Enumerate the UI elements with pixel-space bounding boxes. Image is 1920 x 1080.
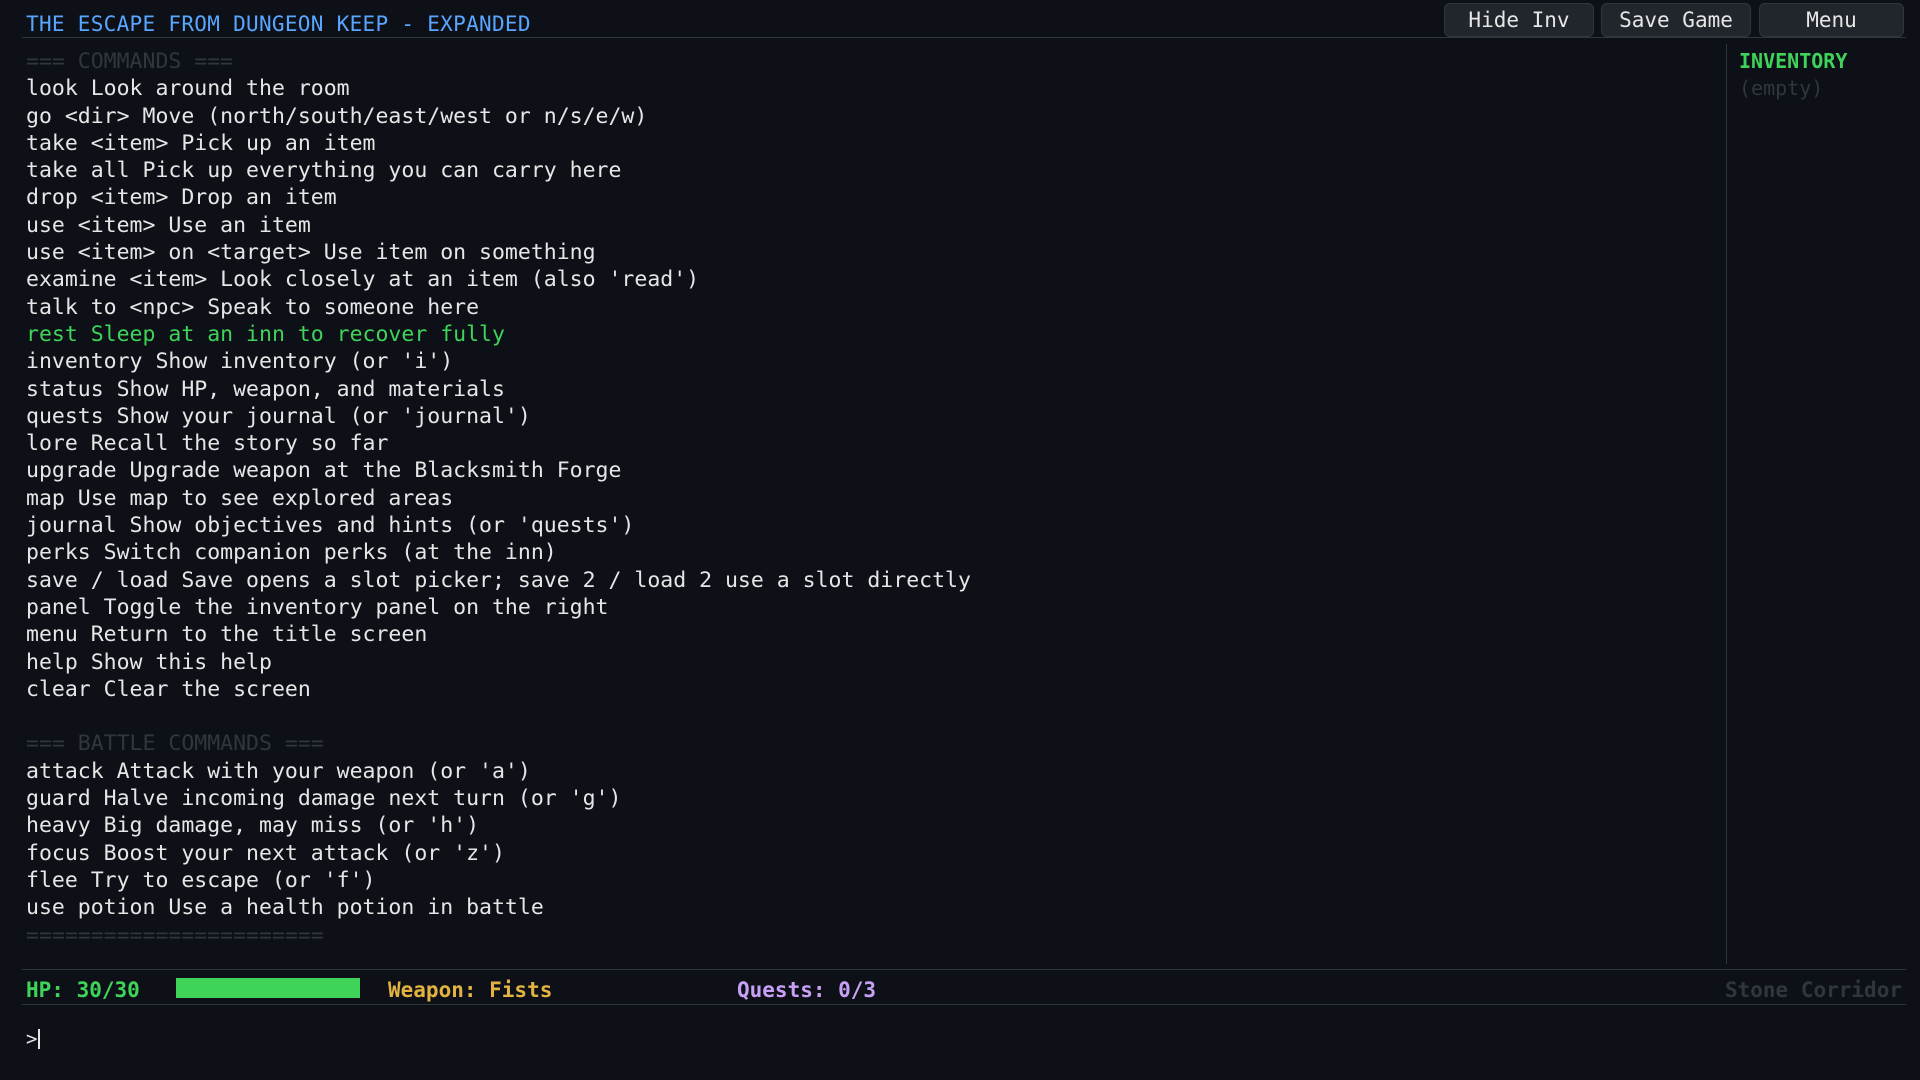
console-line: talk to <npc> Speak to someone here bbox=[26, 294, 480, 320]
save-game-button[interactable]: Save Game bbox=[1601, 3, 1751, 37]
console-line: save / load Save opens a slot picker; sa… bbox=[26, 567, 971, 593]
console-line: menu Return to the title screen bbox=[26, 622, 428, 648]
hp-label: HP: 30/30 bbox=[26, 978, 140, 1002]
console-line: help Show this help bbox=[26, 649, 272, 675]
text-cursor bbox=[38, 1029, 41, 1049]
inventory-panel: INVENTORY (empty) bbox=[1739, 48, 1909, 102]
console-line: flee Try to escape (or 'f') bbox=[26, 867, 376, 893]
command-input[interactable] bbox=[41, 1028, 1742, 1050]
console-line: drop <item> Drop an item bbox=[26, 185, 337, 211]
console-line: guard Halve incoming damage next turn (o… bbox=[26, 786, 622, 812]
console-line: lore Recall the story so far bbox=[26, 431, 389, 457]
console-section-header: ======================= bbox=[26, 922, 324, 948]
menu-button[interactable]: Menu bbox=[1759, 3, 1904, 37]
console-line: rest Sleep at an inn to recover fully bbox=[26, 321, 505, 347]
console-line: quests Show your journal (or 'journal') bbox=[26, 403, 531, 429]
console-line: look Look around the room bbox=[26, 76, 350, 102]
command-input-row: > bbox=[26, 1028, 1742, 1050]
console-line: map Use map to see explored areas bbox=[26, 485, 454, 511]
console-section-header: === BATTLE COMMANDS === bbox=[26, 731, 324, 757]
console-line: clear Clear the screen bbox=[26, 676, 311, 702]
console-line: attack Attack with your weapon (or 'a') bbox=[26, 758, 531, 784]
hp-bar-fill bbox=[176, 978, 360, 998]
status-divider-top bbox=[22, 969, 1906, 970]
inventory-title: INVENTORY bbox=[1739, 49, 1848, 73]
inventory-divider bbox=[1726, 44, 1727, 964]
inventory-empty-text: (empty) bbox=[1739, 76, 1824, 100]
console-line: status Show HP, weapon, and materials bbox=[26, 376, 505, 402]
status-divider-bottom bbox=[22, 1004, 1906, 1005]
console-line: focus Boost your next attack (or 'z') bbox=[26, 840, 505, 866]
hp-bar bbox=[176, 978, 360, 998]
console-line: take all Pick up everything you can carr… bbox=[26, 158, 622, 184]
quests-label: Quests: 0/3 bbox=[737, 978, 877, 1002]
console-line: take <item> Pick up an item bbox=[26, 130, 376, 156]
console-line: use potion Use a health potion in battle bbox=[26, 895, 544, 921]
console-line: perks Switch companion perks (at the inn… bbox=[26, 540, 557, 566]
console-line: journal Show objectives and hints (or 'q… bbox=[26, 513, 635, 539]
console-output: === COMMANDS === look Look around the roo… bbox=[26, 48, 1716, 953]
console-section-header: === COMMANDS === bbox=[26, 49, 234, 74]
prompt-symbol: > bbox=[26, 1028, 38, 1050]
header-divider bbox=[22, 37, 1906, 38]
console-line: heavy Big damage, may miss (or 'h') bbox=[26, 813, 480, 839]
console-line: go <dir> Move (north/south/east/west or … bbox=[26, 103, 648, 129]
top-bar: THE ESCAPE FROM DUNGEON KEEP - EXPANDED … bbox=[0, 0, 1920, 38]
console-line: use <item> on <target> Use item on somet… bbox=[26, 240, 596, 266]
console-line: inventory Show inventory (or 'i') bbox=[26, 349, 454, 375]
hide-inventory-button[interactable]: Hide Inv bbox=[1444, 3, 1594, 37]
weapon-label: Weapon: Fists bbox=[388, 978, 553, 1002]
console-line: use <item> Use an item bbox=[26, 212, 311, 238]
location-label: Stone Corridor bbox=[1724, 978, 1902, 1002]
console-line: panel Toggle the inventory panel on the … bbox=[26, 594, 609, 620]
console-line: upgrade Upgrade weapon at the Blacksmith… bbox=[26, 458, 622, 484]
game-title: THE ESCAPE FROM DUNGEON KEEP - EXPANDED bbox=[26, 12, 531, 36]
console-line: examine <item> Look closely at an item (… bbox=[26, 267, 700, 293]
